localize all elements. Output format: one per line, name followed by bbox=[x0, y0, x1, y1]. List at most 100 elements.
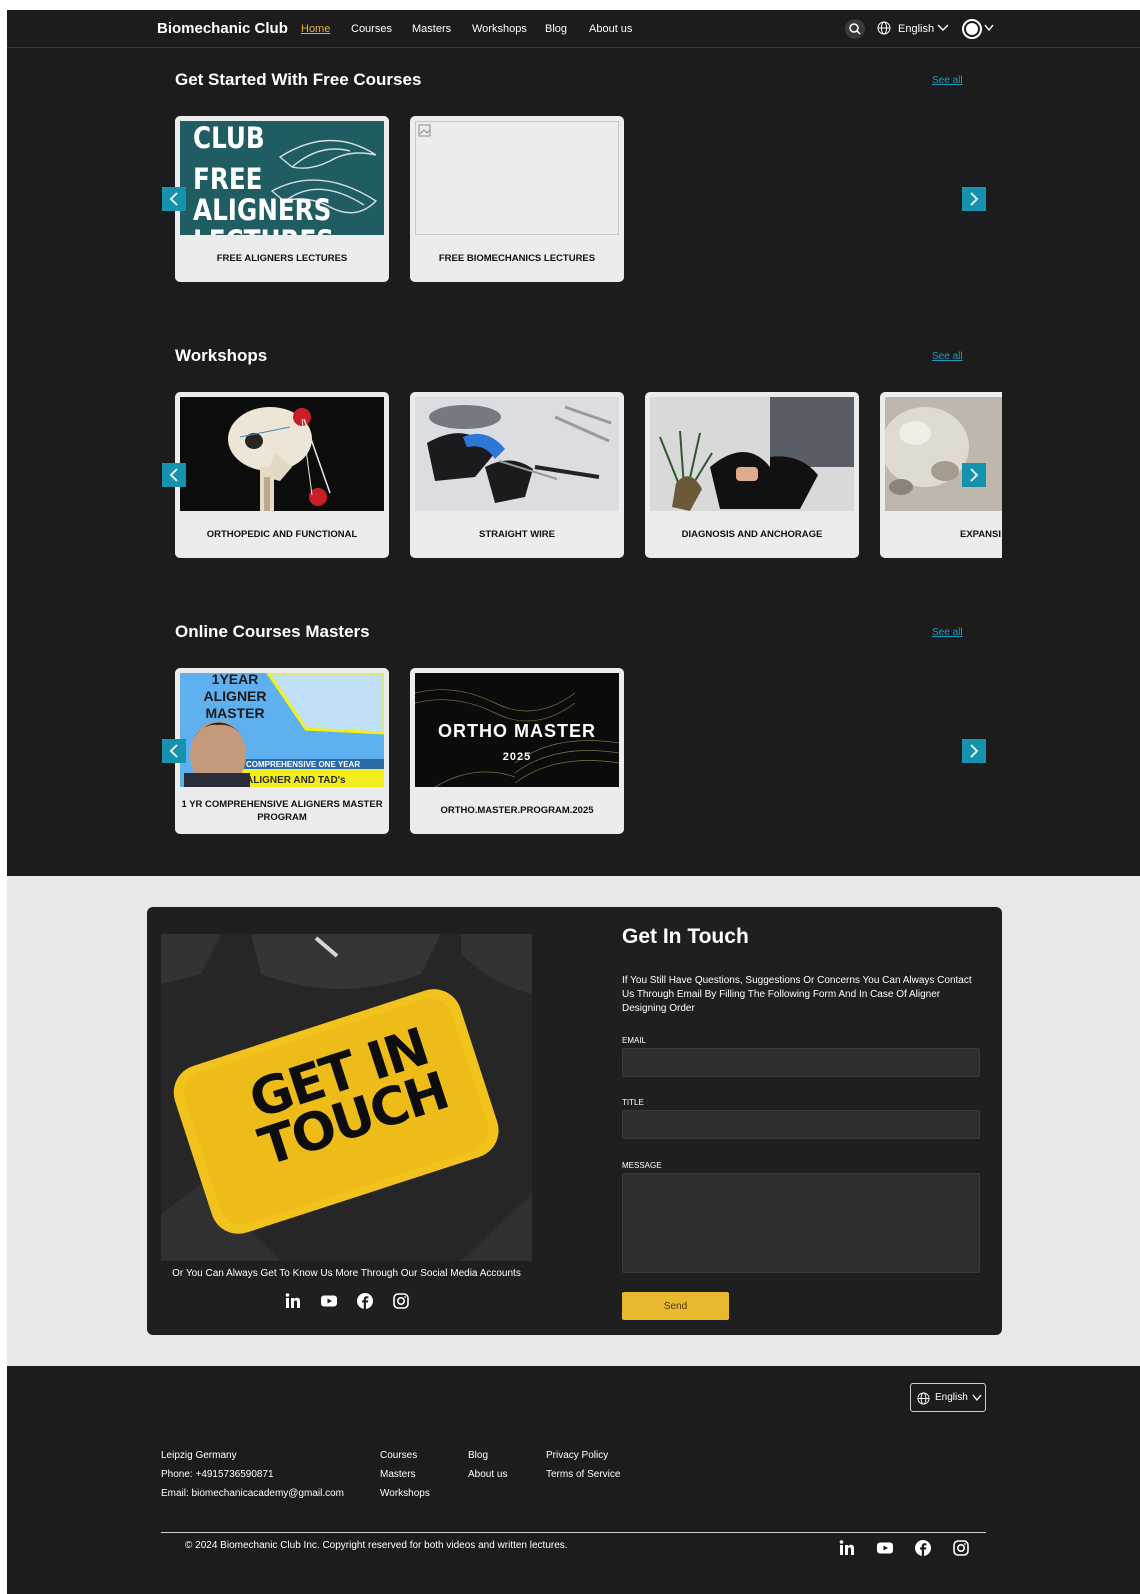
copyright-text: © 2024 Biomechanic Club Inc. Copyright r… bbox=[185, 1540, 568, 1551]
broken-image-placeholder bbox=[415, 121, 619, 235]
facebook-icon[interactable] bbox=[356, 1292, 374, 1310]
footer-phone: Phone: +4915736590871 bbox=[161, 1469, 274, 1480]
carousel-next-button[interactable] bbox=[962, 739, 986, 763]
page: Biomechanic Club Home Courses Masters Wo… bbox=[7, 10, 1140, 1594]
masters-carousel: 1YEAR ALIGNER MASTER COMPREHENSIVE ONE Y… bbox=[175, 668, 1002, 834]
see-all-workshops-link[interactable]: See all bbox=[932, 351, 963, 362]
thumbnail-text: ALIGNER AND TAD's bbox=[246, 775, 346, 786]
contact-card: GET IN TOUCH Or You Can Always Get To Kn… bbox=[147, 907, 1002, 1335]
send-button[interactable]: Send bbox=[622, 1292, 729, 1320]
nav-workshops[interactable]: Workshops bbox=[472, 23, 527, 35]
message-field[interactable] bbox=[622, 1173, 980, 1273]
thumbnail-text: 1YEAR bbox=[211, 673, 259, 687]
get-in-touch-description: If You Still Have Questions, Suggestions… bbox=[622, 975, 972, 1014]
thumbnail-text: ORTHO MASTER bbox=[438, 721, 596, 741]
thumbnail-text: CLUB bbox=[193, 121, 265, 155]
chevron-down-icon[interactable] bbox=[937, 23, 949, 33]
title-field[interactable] bbox=[622, 1110, 980, 1139]
footer-email: Email: biomechanicacademy@gmail.com bbox=[161, 1488, 344, 1499]
footer-link-terms-of-service[interactable]: Terms of Service bbox=[546, 1465, 620, 1484]
thumbnail-text: 2025 bbox=[502, 751, 532, 763]
chevron-left-icon bbox=[169, 192, 178, 206]
chevron-right-icon bbox=[970, 744, 979, 758]
title-label: TITLE bbox=[622, 1098, 644, 1107]
footer-link-masters[interactable]: Masters bbox=[380, 1465, 430, 1484]
master-thumbnail: 1YEAR ALIGNER MASTER COMPREHENSIVE ONE Y… bbox=[180, 673, 384, 787]
youtube-icon[interactable] bbox=[876, 1539, 894, 1557]
linkedin-icon[interactable] bbox=[838, 1539, 856, 1557]
theme-toggle-icon[interactable] bbox=[962, 19, 982, 39]
contact-section: GET IN TOUCH Or You Can Always Get To Kn… bbox=[7, 876, 1140, 1366]
footer-language-selector[interactable]: English bbox=[910, 1383, 986, 1412]
instagram-icon[interactable] bbox=[392, 1292, 410, 1310]
see-all-masters-link[interactable]: See all bbox=[932, 627, 963, 638]
footer-links-column-1: Courses Masters Workshops bbox=[380, 1446, 430, 1503]
workshop-thumbnail bbox=[415, 397, 619, 511]
youtube-icon[interactable] bbox=[320, 1292, 338, 1310]
workshop-card[interactable]: ORTHOPEDIC AND FUNCTIONAL bbox=[175, 392, 389, 558]
footer-link-blog[interactable]: Blog bbox=[468, 1446, 507, 1465]
workshop-card[interactable]: DIAGNOSIS AND ANCHORAGE bbox=[645, 392, 859, 558]
get-in-touch-heading: Get In Touch bbox=[622, 925, 749, 948]
footer-link-privacy-policy[interactable]: Privacy Policy bbox=[546, 1446, 620, 1465]
contact-social-links bbox=[284, 1292, 410, 1310]
carousel-next-button[interactable] bbox=[962, 187, 986, 211]
chevron-down-icon[interactable] bbox=[984, 24, 994, 32]
chevron-left-icon bbox=[169, 468, 178, 482]
workshop-card-title: EXPANSI bbox=[960, 529, 1002, 541]
globe-icon bbox=[877, 21, 891, 35]
thumbnail-text: LECTURES bbox=[193, 226, 334, 236]
section-title-masters: Online Courses Masters bbox=[175, 622, 370, 641]
workshop-thumbnail bbox=[180, 397, 384, 511]
footer-link-courses[interactable]: Courses bbox=[380, 1446, 430, 1465]
footer-language-label: English bbox=[935, 1392, 968, 1403]
nav-courses[interactable]: Courses bbox=[351, 23, 392, 35]
broken-image-icon bbox=[418, 124, 431, 137]
thumbnail-text: COMPREHENSIVE ONE YEAR bbox=[246, 760, 361, 769]
workshop-thumbnail bbox=[885, 397, 1002, 511]
top-navbar: Biomechanic Club Home Courses Masters Wo… bbox=[7, 10, 1140, 48]
see-all-free-courses-link[interactable]: See all bbox=[932, 75, 963, 86]
linkedin-icon[interactable] bbox=[284, 1292, 302, 1310]
master-thumbnail: ORTHO MASTER 2025 bbox=[415, 673, 619, 787]
facebook-icon[interactable] bbox=[914, 1539, 932, 1557]
thumbnail-text: FREE bbox=[193, 162, 263, 196]
search-icon[interactable] bbox=[845, 19, 865, 39]
course-card[interactable]: CLUB FREE ALIGNERS LECTURES FREE ALIGNER… bbox=[175, 116, 389, 282]
carousel-prev-button[interactable] bbox=[162, 187, 186, 211]
workshops-carousel: ORTHOPEDIC AND FUNCTIONAL STRAIGHT WIRE bbox=[175, 392, 1002, 558]
nav-home[interactable]: Home bbox=[301, 23, 330, 35]
free-courses-carousel: CLUB FREE ALIGNERS LECTURES FREE ALIGNER… bbox=[175, 116, 1002, 282]
workshop-thumbnail bbox=[650, 397, 854, 511]
footer-contact-info: Leipzig Germany Phone: +4915736590871 Em… bbox=[161, 1446, 344, 1503]
carousel-prev-button[interactable] bbox=[162, 739, 186, 763]
chevron-right-icon bbox=[970, 192, 979, 206]
workshop-card-title: ORTHOPEDIC AND FUNCTIONAL bbox=[206, 529, 358, 541]
footer-link-workshops[interactable]: Workshops bbox=[380, 1484, 430, 1503]
carousel-prev-button[interactable] bbox=[162, 463, 186, 487]
section-title-workshops: Workshops bbox=[175, 346, 268, 365]
carousel-next-button[interactable] bbox=[962, 463, 986, 487]
course-card[interactable]: FREE BIOMECHANICS LECTURES bbox=[410, 116, 624, 282]
email-label: EMAIL bbox=[622, 1036, 647, 1045]
section-title-free-courses: Get Started With Free Courses bbox=[175, 70, 422, 89]
master-card[interactable]: 1YEAR ALIGNER MASTER COMPREHENSIVE ONE Y… bbox=[175, 668, 389, 834]
chevron-down-icon bbox=[972, 1394, 982, 1402]
language-selector[interactable]: English bbox=[898, 23, 934, 35]
footer: English Leipzig Germany Phone: +49157365… bbox=[7, 1366, 1140, 1594]
workshop-card[interactable]: STRAIGHT WIRE bbox=[410, 392, 624, 558]
nav-masters[interactable]: Masters bbox=[412, 23, 451, 35]
message-label: MESSAGE bbox=[622, 1161, 662, 1170]
master-card[interactable]: ORTHO MASTER 2025 ORTHO.MASTER.PROGRAM.2… bbox=[410, 668, 624, 834]
brand-logo[interactable]: Biomechanic Club bbox=[157, 20, 288, 37]
instagram-icon[interactable] bbox=[952, 1539, 970, 1557]
nav-about-us[interactable]: About us bbox=[589, 23, 632, 35]
email-field[interactable] bbox=[622, 1048, 980, 1077]
nav-blog[interactable]: Blog bbox=[545, 23, 567, 35]
thumbnail-text: MASTER bbox=[205, 705, 265, 721]
course-card-title: FREE ALIGNERS LECTURES bbox=[216, 253, 348, 265]
thumbnail-text: ALIGNER bbox=[203, 688, 267, 704]
footer-link-about-us[interactable]: About us bbox=[468, 1465, 507, 1484]
master-card-title: ORTHO.MASTER.PROGRAM.2025 bbox=[440, 805, 594, 817]
chevron-right-icon bbox=[970, 468, 979, 482]
